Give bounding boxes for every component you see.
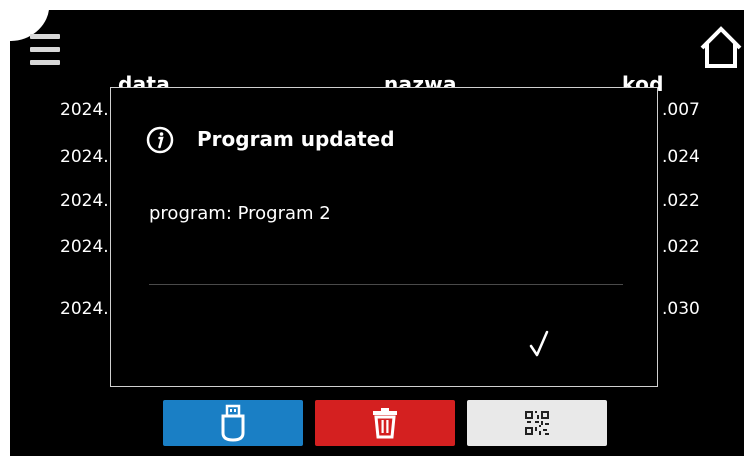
delete-button[interactable]	[315, 400, 455, 446]
row-date[interactable]: 2024.	[60, 147, 109, 167]
row-code[interactable]: .024	[662, 147, 700, 167]
row-date[interactable]: 2024.	[60, 100, 109, 120]
row-date[interactable]: 2024.	[60, 237, 109, 257]
checkmark-icon	[529, 330, 549, 357]
row-code[interactable]: .022	[662, 237, 700, 257]
usb-icon	[221, 404, 245, 442]
row-code[interactable]: .007	[662, 100, 700, 120]
hamburger-menu-icon[interactable]	[30, 34, 60, 68]
info-icon	[146, 126, 174, 154]
row-date[interactable]: 2024.	[60, 299, 109, 319]
qr-code-icon	[525, 411, 549, 435]
home-icon[interactable]	[698, 24, 744, 72]
row-date[interactable]: 2024.	[60, 191, 109, 211]
dialog-title: Program updated	[197, 127, 395, 151]
row-code[interactable]: .022	[662, 191, 700, 211]
usb-export-button[interactable]	[163, 400, 303, 446]
qr-code-button[interactable]	[467, 400, 607, 446]
row-code[interactable]: .030	[662, 299, 700, 319]
confirm-button[interactable]	[517, 324, 561, 364]
program-updated-dialog: Program updated program: Program 2	[110, 87, 658, 387]
dialog-message: program: Program 2	[149, 203, 331, 224]
trash-icon	[373, 408, 397, 439]
device-screen: data nazwa kod 2024. 2024. 2024. 2024. 2…	[10, 10, 744, 456]
dialog-divider	[149, 284, 623, 285]
